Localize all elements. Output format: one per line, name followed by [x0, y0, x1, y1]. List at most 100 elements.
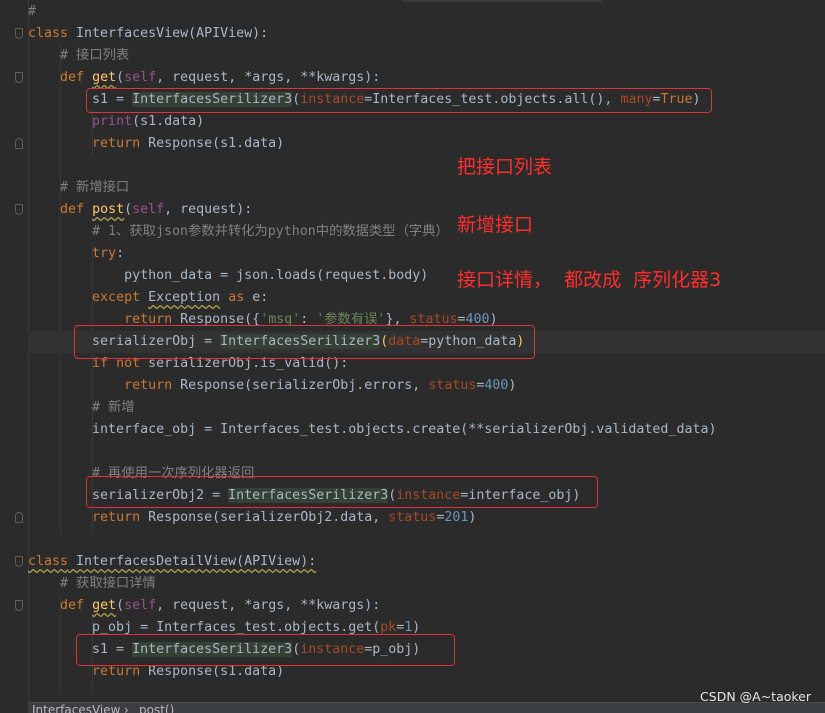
code-line[interactable]: return Response({'msg': '参数有误'}, status=… — [28, 309, 825, 331]
code-line[interactable]: serializerObj2 = InterfacesSerilizer3(in… — [28, 485, 825, 507]
code-token: ) — [468, 510, 477, 525]
code-token: 400 — [465, 312, 490, 327]
code-token: s1 = — [28, 92, 133, 107]
code-line[interactable]: # 1、获取json参数并转化为python中的数据类型（字典） — [28, 221, 825, 243]
code-line[interactable]: p_obj = Interfaces_test.objects.get(pk=1… — [28, 617, 825, 639]
code-token: return — [92, 510, 141, 525]
code-token: , request, *args, **kwargs): — [156, 70, 381, 85]
code-token: instance — [396, 488, 461, 503]
code-token: s1 = — [28, 642, 133, 657]
code-token: Response(serializerObj2.data, — [140, 510, 389, 525]
code-line[interactable]: return Response(serializerObj2.data, sta… — [15, 507, 825, 529]
breadcrumb-class[interactable]: InterfacesView — [32, 704, 120, 713]
code-line-text: # 接口列表 — [28, 45, 129, 67]
code-token: if — [92, 356, 109, 371]
code-token: not — [116, 356, 141, 371]
code-token: ) — [692, 92, 701, 107]
code-line[interactable]: # 新增接口 — [28, 177, 825, 199]
code-token: '参数有误' — [316, 312, 386, 327]
code-token: ) — [412, 620, 421, 635]
code-line[interactable]: try: — [28, 243, 825, 265]
code-token: status — [388, 510, 437, 525]
annotation-create: 新增接口 — [457, 214, 534, 236]
code-line-text: p_obj = Interfaces_test.objects.get(pk=1… — [28, 617, 420, 639]
code-token: ) — [489, 312, 498, 327]
code-line[interactable]: print(s1.data) — [28, 111, 825, 133]
code-token: True — [660, 92, 693, 107]
code-token: status — [428, 378, 477, 393]
code-line[interactable] — [28, 441, 825, 463]
fold-toggle-icon[interactable] — [15, 204, 23, 215]
fold-end-icon[interactable] — [15, 512, 23, 523]
code-token: ) — [516, 334, 525, 349]
code-line[interactable]: def post(self, request): — [15, 199, 825, 221]
code-line[interactable]: # 接口列表 — [28, 45, 825, 67]
code-token: post — [92, 202, 125, 217]
code-line[interactable]: def get(self, request, *args, **kwargs): — [15, 67, 825, 89]
code-token: # 接口列表 — [28, 48, 130, 63]
code-token: many — [620, 92, 653, 107]
code-line[interactable] — [28, 155, 825, 177]
code-line[interactable]: return Response(serializerObj.errors, st… — [28, 375, 825, 397]
code-token: return — [92, 664, 141, 679]
code-line-text: def get(self, request, *args, **kwargs): — [28, 595, 380, 617]
code-line[interactable]: # — [28, 1, 825, 23]
code-token: =p_obj) — [364, 642, 421, 657]
fold-toggle-icon[interactable] — [15, 600, 23, 611]
code-line-text: return Response(s1.data) — [28, 661, 284, 683]
code-line[interactable]: s1 = InterfacesSerilizer3(instance=p_obj… — [28, 639, 825, 661]
code-token: as — [228, 290, 245, 305]
code-token: # — [28, 4, 37, 19]
code-line[interactable]: if not serializerObj.is_valid(): — [28, 353, 825, 375]
code-line-text: # 获取接口详情 — [28, 573, 156, 595]
code-line-text: try: — [28, 243, 124, 265]
code-line-text: except Exception as e: — [28, 287, 268, 309]
code-line[interactable]: serializerObj = InterfacesSerilizer3(dat… — [28, 331, 825, 353]
code-line-text: def post(self, request): — [28, 199, 252, 221]
code-line[interactable]: class InterfacesDetailView(APIView): — [15, 551, 825, 573]
code-line[interactable] — [28, 529, 825, 551]
code-line[interactable]: s1 = InterfacesSerilizer3(instance=Inter… — [28, 89, 825, 111]
code-token: InterfacesView(APIView): — [68, 26, 269, 41]
fold-toggle-icon[interactable] — [15, 28, 23, 39]
code-token: serializerObj2 = — [28, 488, 229, 503]
code-line[interactable]: # 新增 — [28, 397, 825, 419]
code-token: e: — [244, 290, 269, 305]
code-line-text: s1 = InterfacesSerilizer3(instance=p_obj… — [28, 639, 420, 661]
fold-end-icon[interactable] — [15, 138, 23, 149]
code-token: pk — [380, 620, 397, 635]
code-line[interactable]: # 获取接口详情 — [28, 573, 825, 595]
code-line[interactable]: return Response(s1.data) — [28, 661, 825, 683]
code-line[interactable]: interface_obj = Interfaces_test.objects.… — [28, 419, 825, 441]
code-line-text: # — [28, 1, 36, 23]
code-line-text: # 新增 — [28, 397, 135, 419]
code-token: (s1.data) — [132, 114, 205, 129]
breadcrumb-method[interactable]: post() — [139, 704, 174, 713]
code-token: interface_obj = Interfaces_test.objects.… — [28, 422, 717, 437]
code-line-text: serializerObj2 = InterfacesSerilizer3(in… — [28, 485, 580, 507]
fold-toggle-icon[interactable] — [15, 556, 23, 567]
code-token: InterfacesSerilizer3 — [220, 334, 381, 349]
code-token: data — [388, 334, 421, 349]
code-token: Response({ — [172, 312, 261, 327]
code-line[interactable]: return Response(s1.data) — [15, 133, 825, 155]
code-token: ( — [116, 70, 125, 85]
code-token: p_obj = Interfaces_test.objects.get( — [28, 620, 381, 635]
code-token: Response(serializerObj.errors, — [172, 378, 429, 393]
code-line[interactable]: class InterfacesView(APIView): — [15, 23, 825, 45]
code-token: ) — [508, 378, 517, 393]
fold-toggle-icon[interactable] — [15, 72, 23, 83]
code-editor[interactable]: # class InterfacesView(APIView): # 接口列表 d… — [0, 0, 825, 713]
code-line[interactable]: # 再使用一次序列化器返回 — [28, 463, 825, 485]
code-token: get — [92, 598, 117, 613]
code-line[interactable]: def get(self, request, *args, **kwargs): — [15, 595, 825, 617]
